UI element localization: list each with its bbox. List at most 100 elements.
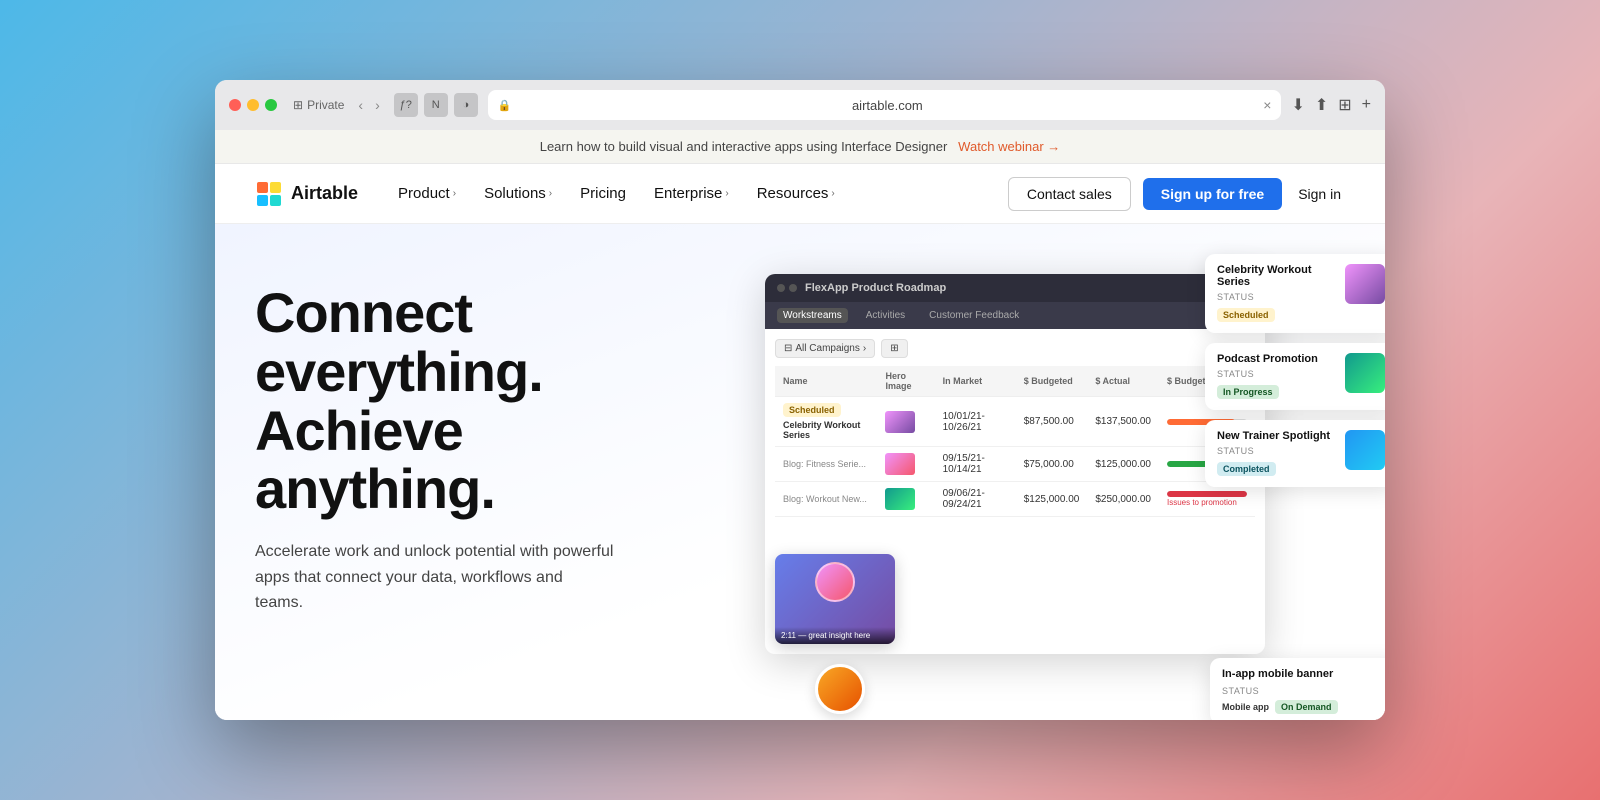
new-tab-icon[interactable]: + <box>1362 96 1371 114</box>
browser-nav-arrows: ‹ › <box>354 95 383 115</box>
nav-resources[interactable]: Resources › <box>757 185 835 202</box>
campaign-name-1: Celebrity Workout Series <box>783 420 869 440</box>
nav-enterprise[interactable]: Enterprise › <box>654 185 729 202</box>
cell-name-3: Blog: Workout New... <box>775 482 877 517</box>
hero-section: Connect everything. Achieve anything. Ac… <box>215 224 1385 720</box>
bottom-status-label: STATUS <box>1222 686 1385 696</box>
cell-budget-2: $75,000.00 <box>1016 447 1088 482</box>
card-badge-1: Scheduled <box>1217 308 1275 322</box>
card-title-1: Celebrity Workout Series <box>1217 264 1333 288</box>
hero-title: Connect everything. Achieve anything. <box>255 284 675 519</box>
card-title-2: Podcast Promotion <box>1217 353 1333 365</box>
on-demand-badge: On Demand <box>1275 700 1338 714</box>
extension-fx[interactable]: ƒ? <box>394 93 418 117</box>
table-header-row: Name Hero Image In Market $ Budgeted $ A… <box>775 366 1255 397</box>
url-display: airtable.com <box>517 98 1257 113</box>
extension-notion[interactable]: N <box>424 93 448 117</box>
mobile-app-label: Mobile app <box>1222 702 1269 712</box>
cell-actual-1: $137,500.00 <box>1087 397 1159 447</box>
issues-label: Issues to promotion <box>1167 498 1237 507</box>
enterprise-chevron-icon: › <box>725 188 728 199</box>
dashboard-titlebar: FlexApp Product Roadmap <box>765 274 1265 302</box>
product-chevron-icon: › <box>453 188 456 199</box>
resources-chevron-icon: › <box>831 188 834 199</box>
forward-button[interactable]: › <box>371 95 384 115</box>
card-stack: Celebrity Workout Series STATUS Schedule… <box>1205 254 1385 487</box>
signup-button[interactable]: Sign up for free <box>1143 178 1282 210</box>
minimize-traffic-light[interactable] <box>247 99 259 111</box>
status-badge-scheduled: Scheduled <box>783 403 841 417</box>
card-status-label-2: STATUS <box>1217 369 1333 379</box>
browser-window: ⊞ Private ‹ › ƒ? N ◑ 🔒 airtable.com × <box>215 80 1385 720</box>
browser-extensions: ƒ? N ◑ <box>394 93 478 117</box>
download-icon[interactable]: ⬇ <box>1291 95 1304 115</box>
dashboard-tab-feedback[interactable]: Customer Feedback <box>923 308 1025 323</box>
logo[interactable]: Airtable <box>255 180 358 208</box>
announcement-text: Learn how to build visual and interactiv… <box>540 139 948 154</box>
cell-market-2: 09/15/21-10/14/21 <box>935 447 1016 482</box>
hero-text: Connect everything. Achieve anything. Ac… <box>255 274 675 616</box>
cell-actual-3: $250,000.00 <box>1087 482 1159 517</box>
dashboard-tab-activities[interactable]: Activities <box>860 308 911 323</box>
campaign-card-1: Celebrity Workout Series STATUS Schedule… <box>1205 254 1385 333</box>
dashboard-tab-workstreams[interactable]: Workstreams <box>777 308 848 323</box>
filter-button[interactable]: ⊟ All Campaigns › <box>775 339 875 358</box>
nav-pricing[interactable]: Pricing <box>580 185 626 202</box>
card-title-3: New Trainer Spotlight <box>1217 430 1333 442</box>
table-row: Scheduled Celebrity Workout Series 10/01… <box>775 397 1255 447</box>
back-button[interactable]: ‹ <box>354 95 367 115</box>
hero-img-1 <box>885 411 915 433</box>
address-close-button[interactable]: × <box>1263 97 1271 113</box>
cell-hero-2 <box>877 447 934 482</box>
card-img-2 <box>1345 353 1385 393</box>
dot-1 <box>777 284 785 292</box>
table-row: Blog: Fitness Serie... 09/15/21-10/14/21… <box>775 447 1255 482</box>
extension-theme[interactable]: ◑ <box>454 93 478 117</box>
bottom-campaign-card: In-app mobile banner STATUS Mobile app O… <box>1210 658 1385 720</box>
col-budgeted: $ Budgeted <box>1016 366 1088 397</box>
card-status-label-3: STATUS <box>1217 446 1333 456</box>
airtable-logo-icon <box>255 180 283 208</box>
announcement-bar: Learn how to build visual and interactiv… <box>215 130 1385 164</box>
group-button[interactable]: ⊞ <box>881 339 907 358</box>
campaigns-table: Name Hero Image In Market $ Budgeted $ A… <box>775 366 1255 517</box>
address-bar[interactable]: 🔒 airtable.com × <box>488 90 1282 120</box>
hero-subtitle: Accelerate work and unlock potential wit… <box>255 539 615 616</box>
col-name: Name <box>775 366 877 397</box>
grid-icon[interactable]: ⊞ <box>1338 95 1351 115</box>
video-avatar <box>815 562 855 602</box>
browser-chrome: ⊞ Private ‹ › ƒ? N ◑ 🔒 airtable.com × <box>215 80 1385 130</box>
table-row: Blog: Workout New... 09/06/21-09/24/21 $… <box>775 482 1255 517</box>
dashboard-mockup: FlexApp Product Roadmap Workstreams Acti… <box>765 274 1265 654</box>
dashboard-toolbar: ⊟ All Campaigns › ⊞ <box>775 339 1255 358</box>
card-status-label-1: STATUS <box>1217 292 1333 302</box>
dashboard-dots <box>777 284 797 292</box>
card-img-3 <box>1345 430 1385 470</box>
close-traffic-light[interactable] <box>229 99 241 111</box>
contact-sales-button[interactable]: Contact sales <box>1008 177 1131 211</box>
nav-solutions[interactable]: Solutions › <box>484 185 552 202</box>
video-timestamp: 2:11 — great insight here <box>775 627 895 644</box>
filter-icon: ⊟ <box>784 343 792 354</box>
col-actual: $ Actual <box>1087 366 1159 397</box>
signin-button[interactable]: Sign in <box>1294 178 1345 210</box>
watch-webinar-link[interactable]: Watch webinar → <box>958 139 1060 154</box>
share-icon[interactable]: ⬆ <box>1315 95 1328 115</box>
bottom-card-title: In-app mobile banner <box>1222 668 1385 680</box>
cell-hero-1 <box>877 397 934 447</box>
video-thumbnail: 2:11 — great insight here <box>775 554 895 644</box>
website-content: Learn how to build visual and interactiv… <box>215 130 1385 720</box>
cell-actual-2: $125,000.00 <box>1087 447 1159 482</box>
hero-img-3 <box>885 488 915 510</box>
nav-product[interactable]: Product › <box>398 185 456 202</box>
nav-actions: Contact sales Sign up for free Sign in <box>1008 177 1345 211</box>
traffic-lights <box>229 99 277 111</box>
private-mode-label: ⊞ Private <box>293 98 344 112</box>
cell-budget-3: $125,000.00 <box>1016 482 1088 517</box>
lock-icon: 🔒 <box>498 99 512 112</box>
navigation: Airtable Product › Solutions › Pricing E… <box>215 164 1385 224</box>
cell-name: Scheduled Celebrity Workout Series <box>775 397 877 447</box>
nav-links: Product › Solutions › Pricing Enterprise… <box>398 185 1008 202</box>
fullscreen-traffic-light[interactable] <box>265 99 277 111</box>
hero-img-2 <box>885 453 915 475</box>
